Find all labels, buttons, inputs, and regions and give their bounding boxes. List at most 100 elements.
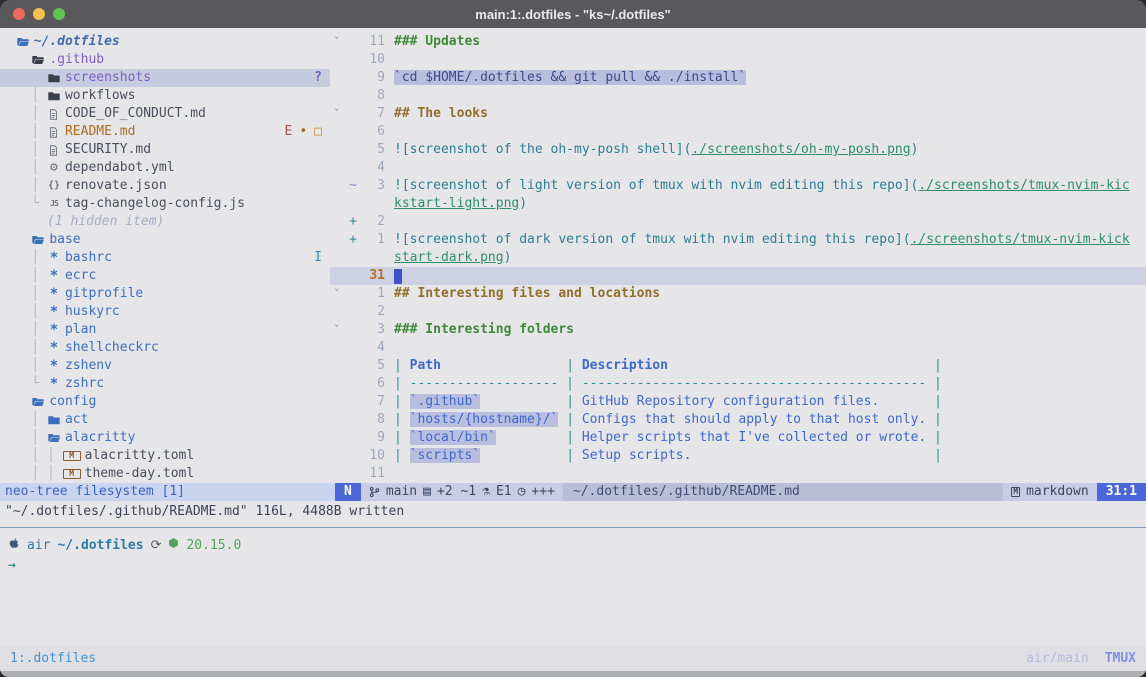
editor-line[interactable]: 9 `cd $HOME/.dotfiles && git pull && ./in…	[330, 69, 1146, 87]
tree-item[interactable]: base	[0, 231, 330, 249]
text-segment: |	[394, 448, 410, 463]
tree-item[interactable]: │ workflows	[0, 87, 330, 105]
tree-item[interactable]: │ CODE_OF_CONDUCT.md	[0, 105, 330, 123]
text-segment: |	[926, 430, 942, 445]
tmux-window-label[interactable]: 1:.dotfiles	[10, 651, 96, 666]
line-number: 3	[359, 177, 385, 195]
tree-guides: │	[0, 159, 47, 177]
tree-item[interactable]: │ *plan	[0, 321, 330, 339]
tree-item[interactable]: └ *zshrc	[0, 375, 330, 393]
editor-line[interactable]: +1![screenshot of dark version of tmux w…	[330, 231, 1146, 249]
cursor	[394, 269, 402, 284]
tree-item[interactable]: │ *shellcheckrc	[0, 339, 330, 357]
editor-line[interactable]: 6 | ------------------- | ---------------…	[330, 375, 1146, 393]
fold-marker	[330, 429, 347, 447]
git-segment: main ▤ +2 ~1 ⚗ E1 ◷ +++	[361, 483, 563, 501]
git-branch-name: main	[386, 483, 417, 501]
filetype-label: markdown	[1026, 483, 1089, 501]
line-text: ### Updates	[394, 33, 1146, 51]
tree-item[interactable]: │ *bashrcI	[0, 249, 330, 267]
line-number: 1	[359, 285, 385, 303]
editor-line[interactable]: ˅ 1## Interesting files and locations	[330, 285, 1146, 303]
editor-line[interactable]: kstart-light.png)	[330, 195, 1146, 213]
text-segment: )	[504, 250, 512, 265]
editor-line[interactable]: 10| `scripts` | Setup scripts. |	[330, 447, 1146, 465]
editor-line[interactable]: +2	[330, 213, 1146, 231]
prompt-caret[interactable]: →	[8, 557, 1146, 575]
editor-line[interactable]: ˅ 7## The looks	[330, 105, 1146, 123]
gutter-sign	[347, 105, 359, 123]
line-number: 6	[359, 375, 385, 393]
editor-line[interactable]: 31	[330, 267, 1146, 285]
tree-item[interactable]: │ *zshenv	[0, 357, 330, 375]
file-icon	[47, 145, 61, 156]
text-segment: `cd $HOME/.dotfiles && git pull && ./ins…	[394, 70, 746, 85]
tree-item[interactable]: └ JStag-changelog-config.js	[0, 195, 330, 213]
tree-item[interactable]: (1 hidden item)	[0, 213, 330, 231]
tree-item[interactable]: .github	[0, 51, 330, 69]
editor-line[interactable]: 7| `.github` | GitHub Repository configu…	[330, 393, 1146, 411]
line-text: | ------------------- | ----------------…	[394, 375, 1146, 393]
editor-line[interactable]: 5![screenshot of the oh-my-posh shell](.…	[330, 141, 1146, 159]
tree-item[interactable]: │ SECURITY.md	[0, 141, 330, 159]
editor-line[interactable]: 9| `local/bin` | Helper scripts that I'v…	[330, 429, 1146, 447]
gutter-sign	[347, 321, 359, 339]
editor-line[interactable]: start-dark.png)	[330, 249, 1146, 267]
tree-item[interactable]: │ README.mdE•□	[0, 123, 330, 141]
tree-item[interactable]: screenshots?	[0, 69, 330, 87]
fold-marker	[330, 159, 347, 177]
editor-line[interactable]: ~3![screenshot of light version of tmux …	[330, 177, 1146, 195]
editor-line[interactable]: 6	[330, 123, 1146, 141]
tree-guides: │	[0, 411, 47, 429]
flask-icon: ⚗	[482, 483, 490, 501]
tree-item[interactable]: config	[0, 393, 330, 411]
line-number: 7	[359, 393, 385, 411]
text-segment: )	[519, 196, 527, 211]
text-segment: ./screenshots/tmux-nvim-kic	[918, 178, 1129, 193]
editor-line[interactable]: ˅ 3### Interesting folders	[330, 321, 1146, 339]
shell-pane[interactable]: air ~/.dotfiles ⟳ 20.15.0 →	[0, 528, 1146, 645]
markdown-icon: M	[1011, 487, 1020, 497]
tree-item-label: gitprofile	[65, 285, 143, 303]
tree-item[interactable]: │ *huskyrc	[0, 303, 330, 321]
line-number: 2	[359, 213, 385, 231]
editor-line[interactable]: 5| Path | Description |	[330, 357, 1146, 375]
line-text	[394, 123, 1146, 141]
tree-item[interactable]: │ │ Malacritty.toml	[0, 447, 330, 465]
editor-line[interactable]: 8	[330, 87, 1146, 105]
text-segment: `.github`	[410, 394, 480, 409]
editor-line[interactable]: 4	[330, 339, 1146, 357]
tree-item-label: dependabot.yml	[65, 159, 175, 177]
line-text: ![screenshot of dark version of tmux wit…	[394, 231, 1146, 249]
tree-item[interactable]: │ *ecrc	[0, 267, 330, 285]
clock-icon: ◷	[518, 483, 526, 501]
tree-item-label: zshrc	[65, 375, 104, 393]
folder-icon	[47, 414, 61, 426]
tree-item[interactable]: │ act	[0, 411, 330, 429]
tree-item[interactable]: ~/.dotfiles	[0, 33, 330, 51]
line-text: | `scripts` | Setup scripts. |	[394, 447, 1146, 465]
tree-item[interactable]: │ ⚙dependabot.yml	[0, 159, 330, 177]
tree-item[interactable]: │ alacritty	[0, 429, 330, 447]
editor-line[interactable]: ˅ 11### Updates	[330, 33, 1146, 51]
text-segment: Helper scripts that I've collected or wr…	[582, 430, 926, 445]
editor-line[interactable]: 10	[330, 51, 1146, 69]
tree-item[interactable]: │ *gitprofile	[0, 285, 330, 303]
editor-line[interactable]: 11	[330, 465, 1146, 483]
tree-item[interactable]: │ {}renovate.json	[0, 177, 330, 195]
gutter-sign	[347, 249, 359, 267]
editor-line[interactable]: 8| `hosts/{hostname}/` | Configs that sh…	[330, 411, 1146, 429]
editor-line[interactable]: 2	[330, 303, 1146, 321]
line-number: 31	[359, 267, 385, 285]
line-number: 11	[359, 465, 385, 483]
shell-prompt: air ~/.dotfiles ⟳ 20.15.0	[8, 537, 1146, 555]
text-segment: |	[558, 448, 581, 463]
terminal-window: main:1:.dotfiles - "ks~/.dotfiles" ~/.do…	[0, 0, 1146, 677]
line-number: 9	[359, 69, 385, 87]
editor-line[interactable]: 4	[330, 159, 1146, 177]
tree-item[interactable]: │ │ Mtheme-day.toml	[0, 465, 330, 483]
line-number	[359, 249, 385, 267]
star-icon: *	[47, 339, 61, 357]
folder-open-icon	[31, 234, 45, 246]
gutter-sign	[347, 123, 359, 141]
